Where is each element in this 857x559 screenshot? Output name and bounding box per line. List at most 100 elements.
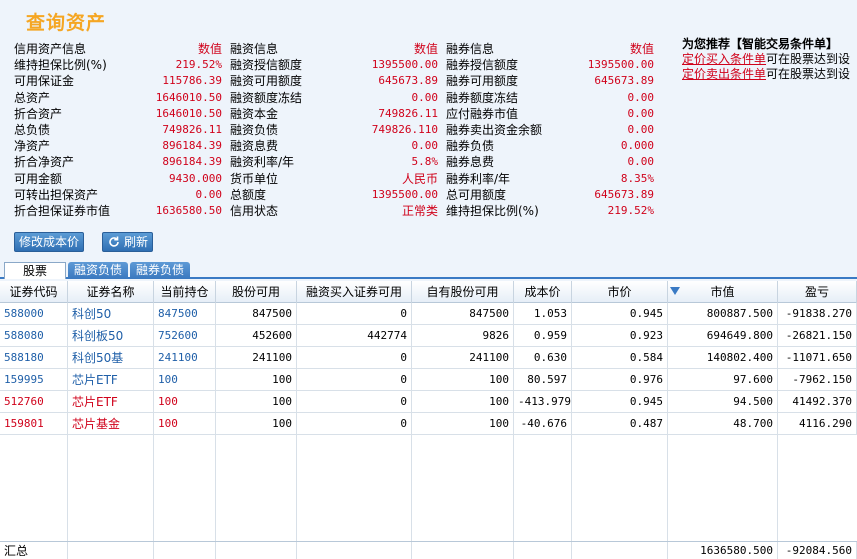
table-cell: 159801 xyxy=(0,413,68,435)
table-cell: 94.500 xyxy=(668,391,778,413)
short-info-column: 融券信息 数值 融券授信额度 1395500.00 融券可用额度 645673.89 融券额… xyxy=(446,41,654,219)
info-value: 749826.11 xyxy=(378,106,438,120)
table-cell: 100 xyxy=(154,391,216,413)
tab-short-debt[interactable]: 融券负债 xyxy=(130,262,191,279)
table-cell: 100 xyxy=(154,413,216,435)
positions-table: 证券代码 证券名称 当前持仓 股份可用 融资买入证券可用 自有股份可用 成本价 市价 市值 盈亏 … xyxy=(0,281,857,559)
info-value: 8.35% xyxy=(620,171,654,185)
table-cell: 0.923 xyxy=(572,325,668,347)
table-cell: 512760 xyxy=(0,391,68,413)
buy-condition-text: 可在股票达到设 xyxy=(766,52,851,66)
table-cell: 0.945 xyxy=(572,303,668,325)
info-row: 总资产 1646010.50 xyxy=(14,90,222,106)
info-row: 总额度 1395500.00 xyxy=(230,187,438,203)
column-header[interactable]: 融资买入证券可用 xyxy=(297,281,412,303)
info-label: 信用资产信息 xyxy=(14,42,87,56)
info-value: 219.52% xyxy=(175,58,222,72)
column-header[interactable]: 自有股份可用 xyxy=(412,281,514,303)
info-row: 融券可用额度 645673.89 xyxy=(446,73,654,89)
info-label: 融资可用额度 xyxy=(230,74,303,89)
info-value: 数值 xyxy=(629,42,654,56)
info-label: 融券额度冻结 xyxy=(446,90,519,105)
position-tabs: 股票 融资负债 融券负债 xyxy=(0,261,857,279)
table-cell: 9826 xyxy=(412,325,514,347)
modify-cost-label: 修改成本价 xyxy=(19,235,80,249)
table-cell: -11071.650 xyxy=(778,347,857,369)
table-row[interactable]: 588080 科创板50 752600 452600 442774 9826 0.959 0.… xyxy=(0,325,857,347)
table-cell: 0 xyxy=(297,369,412,391)
table-cell: 1.053 xyxy=(514,303,572,325)
table-cell: 0.959 xyxy=(514,325,572,347)
info-value: 1395500.00 xyxy=(371,187,438,201)
table-cell: 588080 xyxy=(0,325,68,347)
table-row[interactable]: 588000 科创50 847500 847500 0 847500 1.053 0.945 8… xyxy=(0,303,857,325)
info-label: 融券授信额度 xyxy=(446,58,519,73)
tab-margin-debt[interactable]: 融资负债 xyxy=(68,262,129,279)
info-label: 融券息费 xyxy=(446,155,495,170)
tab-stocks[interactable]: 股票 xyxy=(4,262,66,279)
info-header-row: 融券信息 数值 xyxy=(446,41,654,57)
column-header[interactable]: 盈亏 xyxy=(778,281,857,303)
grid-line xyxy=(215,303,216,559)
table-cell: 452600 xyxy=(216,325,297,347)
sell-condition-link[interactable]: 定价卖出条件单 xyxy=(682,67,766,81)
table-cell: 0.945 xyxy=(572,391,668,413)
info-row: 融券利率/年 8.35% xyxy=(446,171,654,187)
column-header[interactable]: 当前持仓 xyxy=(154,281,216,303)
column-header[interactable]: 市值 xyxy=(668,281,778,303)
table-cell: 芯片基金 xyxy=(68,413,154,435)
column-header[interactable]: 证券名称 xyxy=(68,281,154,303)
info-value: 0.000 xyxy=(620,139,654,153)
recommend-panel: 为您推荐【智能交易条件单】 定价买入条件单可在股票达到设 定价卖出条件单可在股票… xyxy=(682,36,857,82)
info-row: 净资产 896184.39 xyxy=(14,138,222,154)
margin-info-column: 融资信息 数值 融资授信额度 1395500.00 融资可用额度 645673.89 融资额… xyxy=(230,41,438,219)
info-value: 0.00 xyxy=(411,90,439,104)
column-header[interactable]: 成本价 xyxy=(514,281,572,303)
info-label: 融券卖出资金余额 xyxy=(446,122,543,137)
table-row[interactable]: 159995 芯片ETF 100 100 0 100 80.597 0.976 97.600 -7… xyxy=(0,369,857,391)
buy-condition-link[interactable]: 定价买入条件单 xyxy=(682,52,766,66)
info-value: 0.00 xyxy=(627,90,655,104)
info-value: 0.00 xyxy=(627,122,655,136)
summary-label: 汇总 xyxy=(0,542,68,559)
info-value: 0.00 xyxy=(411,139,439,153)
table-cell: 科创50基 xyxy=(68,347,154,369)
table-cell: 847500 xyxy=(412,303,514,325)
table-cell: 0 xyxy=(297,303,412,325)
column-header[interactable]: 证券代码 xyxy=(0,281,68,303)
info-value: 数值 xyxy=(197,42,222,56)
refresh-icon xyxy=(107,235,121,249)
summary-cell xyxy=(514,542,572,559)
refresh-button[interactable]: 刷新 xyxy=(102,232,154,252)
table-cell: 0 xyxy=(297,391,412,413)
table-cell: 694649.800 xyxy=(668,325,778,347)
table-row[interactable]: 512760 芯片ETF 100 100 0 100 -413.979 0.945 94.500… xyxy=(0,391,857,413)
info-row: 融资可用额度 645673.89 xyxy=(230,73,438,89)
info-row: 维持担保比例(%) 219.52% xyxy=(14,57,222,73)
table-row[interactable]: 588180 科创50基 241100 241100 0 241100 0.630 0.584… xyxy=(0,347,857,369)
table-cell: 0.487 xyxy=(572,413,668,435)
info-value: 219.52% xyxy=(607,203,654,217)
info-value: 645673.89 xyxy=(378,74,438,88)
summary-cell xyxy=(297,542,412,559)
info-value: 896184.39 xyxy=(162,139,222,153)
summary-cell: -92084.560 xyxy=(778,542,857,559)
summary-cell xyxy=(154,542,216,559)
table-row[interactable]: 159801 芯片基金 100 100 0 100 -40.676 0.487 48.700 41… xyxy=(0,413,857,435)
column-header[interactable]: 股份可用 xyxy=(216,281,297,303)
grid-line xyxy=(777,303,778,559)
table-cell: 241100 xyxy=(154,347,216,369)
table-cell: -40.676 xyxy=(514,413,572,435)
info-row: 融资利率/年 5.8% xyxy=(230,154,438,170)
info-value: 0.00 xyxy=(627,155,655,169)
column-header[interactable]: 市价 xyxy=(572,281,668,303)
info-value: 1395500.00 xyxy=(371,58,438,72)
sort-desc-icon[interactable] xyxy=(670,287,680,295)
modify-cost-button[interactable]: 修改成本价 xyxy=(14,232,85,252)
info-label: 折合担保证券市值 xyxy=(14,203,111,218)
table-cell: 80.597 xyxy=(514,369,572,391)
table-cell: 159995 xyxy=(0,369,68,391)
info-row: 可转出担保资产 0.00 xyxy=(14,187,222,203)
info-label: 折合净资产 xyxy=(14,155,75,170)
info-row: 折合净资产 896184.39 xyxy=(14,154,222,170)
